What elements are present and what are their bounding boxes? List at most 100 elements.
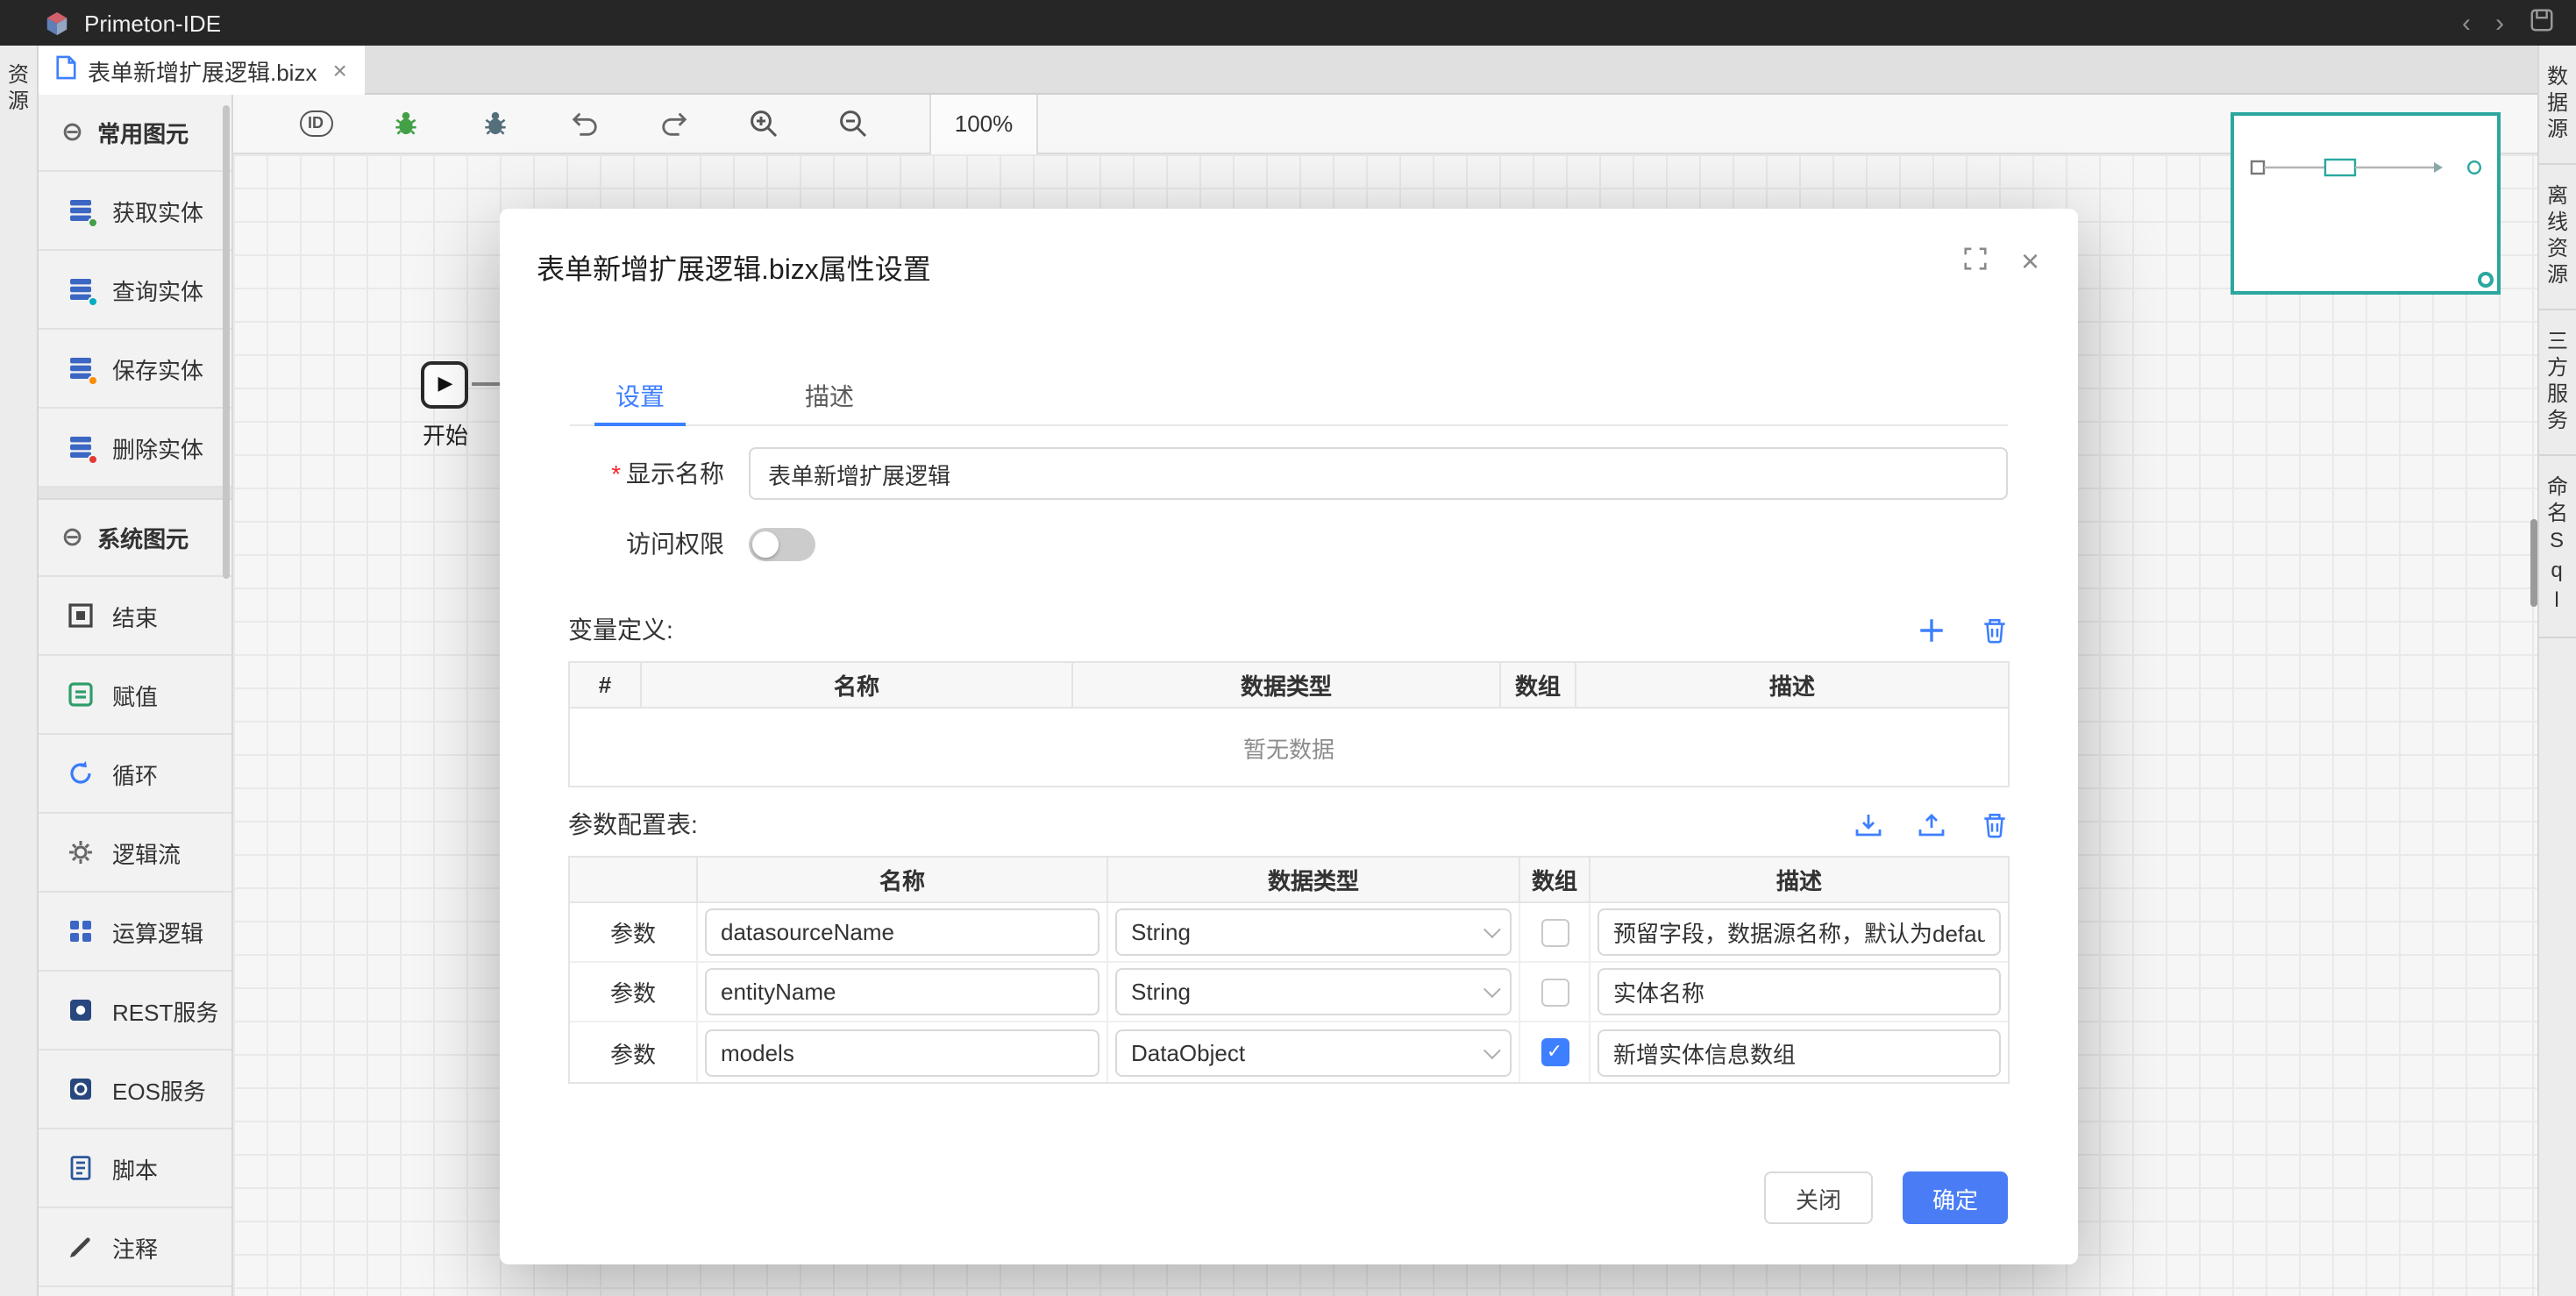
minimap-resize-handle[interactable] — [2478, 272, 2494, 288]
nav-forward-icon[interactable]: › — [2495, 10, 2504, 36]
param-type-select[interactable]: String — [1115, 968, 1512, 1015]
param-row: 参数 String ✓ — [570, 903, 2008, 963]
import-params-icon[interactable] — [1852, 808, 1883, 840]
dialog-tabs: 设置 描述 — [570, 367, 2008, 426]
editor-tab[interactable]: 表单新增扩展逻辑.bizx × — [39, 46, 365, 95]
right-rail-third-party-services[interactable]: 三方服务 — [2539, 310, 2576, 456]
tab-settings[interactable]: 设置 — [594, 367, 686, 424]
start-node[interactable]: ▶ — [421, 361, 468, 409]
debug-icon[interactable] — [479, 108, 510, 139]
palette-item-script[interactable]: 脚本 — [39, 1129, 231, 1208]
tab-bar: 表单新增扩展逻辑.bizx × — [39, 46, 2537, 95]
param-desc-input[interactable] — [1598, 968, 2001, 1015]
param-name-input[interactable] — [705, 908, 1099, 956]
operation-logic-icon — [67, 917, 95, 945]
delete-param-icon[interactable] — [1978, 808, 2010, 840]
col-header: 数据类型 — [1073, 663, 1501, 707]
array-checkbox[interactable]: ✓ — [1541, 978, 1569, 1006]
right-rail-offline-resources[interactable]: 离线资源 — [2539, 165, 2576, 310]
col-header: 描述 — [1590, 858, 2008, 901]
ok-button[interactable]: 确定 — [1903, 1171, 2008, 1224]
variables-table: # 名称 数据类型 数组 描述 暂无数据 — [568, 661, 2010, 787]
palette-section-title: 常用图元 — [97, 116, 189, 149]
access-toggle[interactable] — [749, 527, 815, 560]
save-entity-icon — [67, 354, 95, 382]
right-rail-named-sql[interactable]: 命名Sql — [2539, 456, 2576, 638]
palette-item-get-entity[interactable]: 获取实体 — [39, 172, 231, 251]
required-mark: * — [611, 459, 621, 488]
param-row: 参数 String ✓ — [570, 963, 2008, 1022]
palette-item-label: 查询实体 — [112, 273, 203, 306]
redo-icon[interactable] — [658, 108, 689, 139]
tab-close-icon[interactable]: × — [332, 58, 346, 82]
app-title: Primeton-IDE — [84, 10, 221, 36]
logic-flow-icon — [67, 838, 95, 866]
right-rail: 数据源 离线资源 三方服务 命名Sql — [2537, 46, 2576, 1296]
palette-item-label: 运算逻辑 — [112, 915, 203, 948]
right-rail-datasource[interactable]: 数据源 — [2539, 46, 2576, 165]
dialog-close-icon[interactable]: × — [2021, 246, 2039, 277]
palette-item-comment[interactable]: 注释 — [39, 1208, 231, 1287]
palette-section-system[interactable]: ⊖ 系统图元 — [39, 500, 231, 577]
zoom-level[interactable]: 100% — [929, 94, 1038, 153]
fullscreen-icon[interactable] — [1963, 246, 1989, 277]
param-type-select[interactable]: String — [1115, 908, 1512, 956]
col-header: # — [570, 663, 642, 707]
file-icon — [54, 54, 77, 86]
zoom-in-icon[interactable] — [747, 108, 779, 139]
palette-item-label: 注释 — [112, 1230, 158, 1264]
collapse-icon[interactable]: ⊖ — [61, 524, 83, 551]
display-name-input[interactable] — [749, 447, 2008, 500]
col-header — [570, 858, 698, 901]
tab-description[interactable]: 描述 — [784, 367, 875, 424]
param-row: 参数 DataObject ✓ — [570, 1022, 2008, 1082]
chevron-down-icon — [1484, 921, 1501, 938]
export-params-icon[interactable] — [1915, 808, 1946, 840]
palette-item-operation-logic[interactable]: 运算逻辑 — [39, 893, 231, 972]
minimap-preview — [2234, 116, 2497, 291]
palette-item-label: 循环 — [112, 757, 158, 790]
palette-section-common[interactable]: ⊖ 常用图元 — [39, 95, 231, 172]
param-type-select[interactable]: DataObject — [1115, 1029, 1512, 1076]
palette-item-assign[interactable]: 赋值 — [39, 656, 231, 735]
toggle-knob — [752, 531, 779, 557]
palette-item-query-entity[interactable]: 查询实体 — [39, 251, 231, 330]
col-header: 描述 — [1576, 663, 2008, 707]
chevron-down-icon — [1484, 980, 1501, 998]
delete-variable-icon[interactable] — [1978, 614, 2010, 645]
loop-icon — [67, 759, 95, 787]
start-node-label: 开始 — [402, 417, 489, 451]
palette-item-delete-entity[interactable]: 删除实体 — [39, 409, 231, 488]
array-checkbox[interactable]: ✓ — [1541, 1038, 1569, 1066]
collapse-icon[interactable]: ⊖ — [61, 119, 83, 146]
zoom-out-icon[interactable] — [836, 108, 868, 139]
minimap[interactable] — [2231, 112, 2501, 295]
app-logo-icon — [44, 10, 70, 36]
canvas-scrollbar[interactable] — [2530, 519, 2537, 607]
palette-item-rest-service[interactable]: REST服务 — [39, 972, 231, 1050]
nav-back-icon[interactable]: ‹ — [2462, 10, 2471, 36]
left-rail-resources[interactable]: 资源 — [4, 63, 33, 116]
chevron-down-icon — [1484, 1041, 1501, 1058]
close-button[interactable]: 关闭 — [1764, 1171, 1873, 1224]
palette-item-eos-service[interactable]: EOS服务 — [39, 1050, 231, 1129]
undo-icon[interactable] — [568, 108, 600, 139]
id-toggle-icon[interactable]: ID — [300, 108, 331, 139]
param-desc-input[interactable] — [1598, 908, 2001, 956]
palette-item-save-entity[interactable]: 保存实体 — [39, 330, 231, 409]
palette-item-label: 获取实体 — [112, 194, 203, 227]
script-icon — [67, 1154, 95, 1182]
palette-item-end[interactable]: 结束 — [39, 577, 231, 656]
palette-scrollbar[interactable] — [223, 105, 230, 579]
palette-item-loop[interactable]: 循环 — [39, 735, 231, 814]
editor-tab-label: 表单新增扩展逻辑.bizx — [88, 53, 317, 87]
array-checkbox[interactable]: ✓ — [1541, 918, 1569, 946]
palette-item-logic-flow[interactable]: 逻辑流 — [39, 814, 231, 893]
param-name-input[interactable] — [705, 968, 1099, 1015]
add-variable-icon[interactable] — [1915, 614, 1946, 645]
app-window: Primeton-IDE ‹ › 资源 表单新增扩展逻辑.bizx × ⊖ 常用… — [0, 0, 2576, 1296]
save-icon[interactable] — [2529, 6, 2555, 39]
param-desc-input[interactable] — [1598, 1029, 2001, 1076]
debug-run-icon[interactable] — [389, 108, 421, 139]
param-name-input[interactable] — [705, 1029, 1099, 1076]
